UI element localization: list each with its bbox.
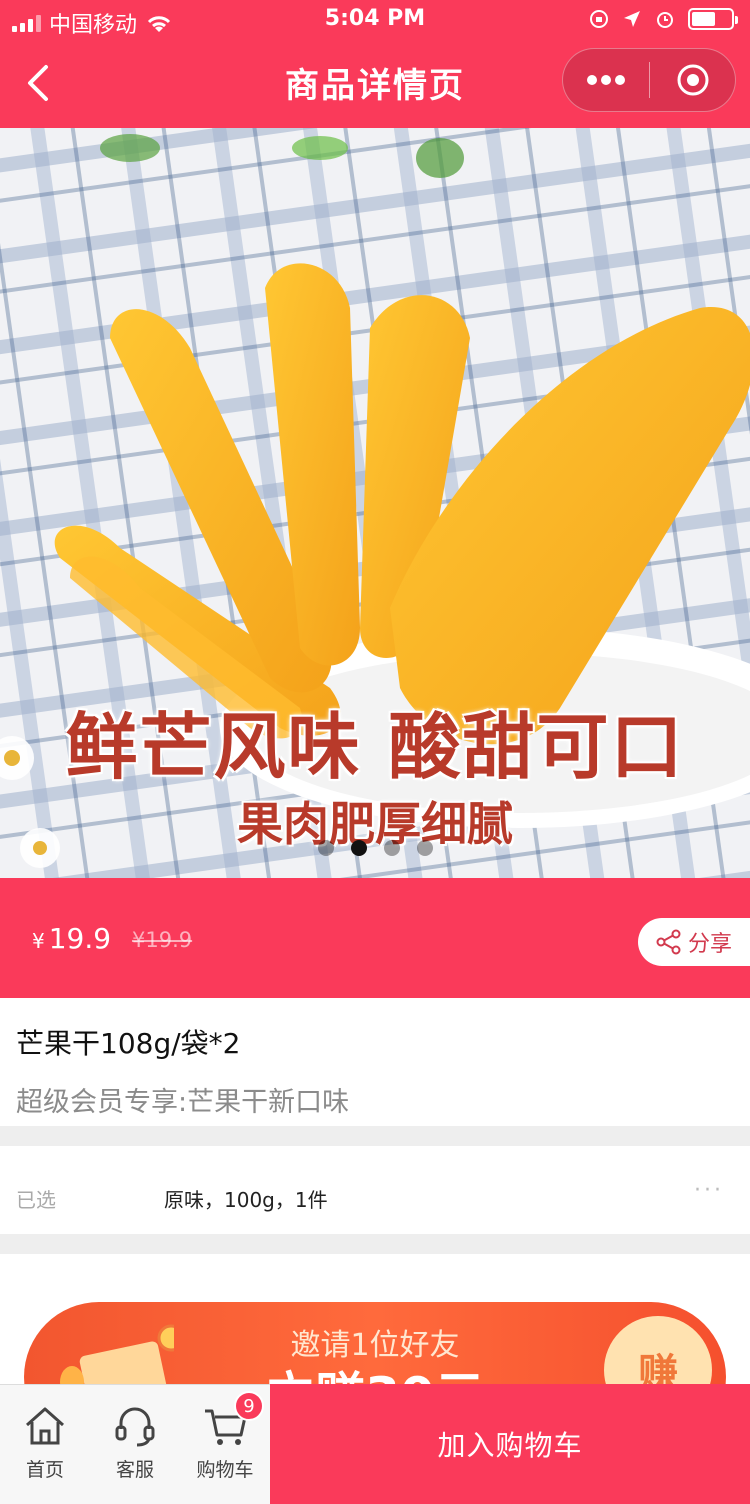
product-info: 芒果干108g/袋*2 超级会员专享:芒果干新口味 [0,998,750,1126]
battery-icon [688,8,738,30]
close-button[interactable] [650,49,735,111]
status-right [588,8,738,30]
product-detail-page: 中国移动 5:04 PM 商品详情页 鲜芒风味 酸甜可口 果肉肥厚细腻 ¥ 19… [0,0,750,1504]
carousel-dot[interactable] [317,840,334,856]
spec-selector[interactable]: 已选 原味，100g，1件 ··· [0,1146,750,1242]
carousel-indicator [0,840,750,856]
mini-program-capsule [562,48,736,112]
product-subtitle: 超级会员专享:芒果干新口味 [16,1087,350,1118]
tab-home-label: 首页 [25,1459,64,1481]
more-button[interactable] [563,49,649,111]
product-image-carousel[interactable]: 鲜芒风味 酸甜可口 果肉肥厚细腻 [0,128,750,878]
tab-cart-label: 购物车 [196,1459,254,1481]
alarm-icon [657,12,673,28]
original-price: ¥19.9 [132,928,193,952]
price-bar: ¥19.9 ¥19.9 分享 [0,878,750,998]
tab-service-label: 客服 [115,1459,154,1481]
spec-value: 原味，100g，1件 [164,1188,328,1212]
spec-label: 已选 [16,1188,56,1212]
spec-more-icon[interactable]: ··· [694,1178,724,1203]
carousel-dot-active[interactable] [350,840,367,856]
section-divider [0,1234,750,1254]
home-icon [26,1407,64,1445]
section-divider [0,1126,750,1146]
current-price-value: 19.9 [48,922,112,955]
cart-count-badge: 9 [234,1391,264,1421]
currency-symbol: ¥ [32,929,45,953]
product-name: 芒果干108g/袋*2 [16,1027,241,1060]
tab-home[interactable]: 首页 [0,1385,90,1504]
target-close-icon [677,64,708,96]
nav-bar: 商品详情页 [0,40,750,128]
carousel-dot[interactable] [383,840,400,856]
current-price: ¥19.9 [32,922,111,955]
share-icon [656,929,681,955]
carousel-dot[interactable] [416,840,433,856]
share-label: 分享 [687,932,732,957]
tab-customer-service[interactable]: 客服 [90,1385,180,1504]
more-dots-icon [587,75,625,85]
headset-icon [115,1407,155,1447]
share-button[interactable]: 分享 [638,918,750,966]
location-icon [624,11,640,27]
rotation-lock-icon [590,10,608,28]
tab-cart[interactable]: 购物车 9 [180,1385,270,1504]
status-bar: 中国移动 5:04 PM [0,0,750,40]
add-to-cart-button[interactable]: 加入购物车 [270,1384,750,1504]
hero-headline: 鲜芒风味 酸甜可口 [65,705,685,789]
